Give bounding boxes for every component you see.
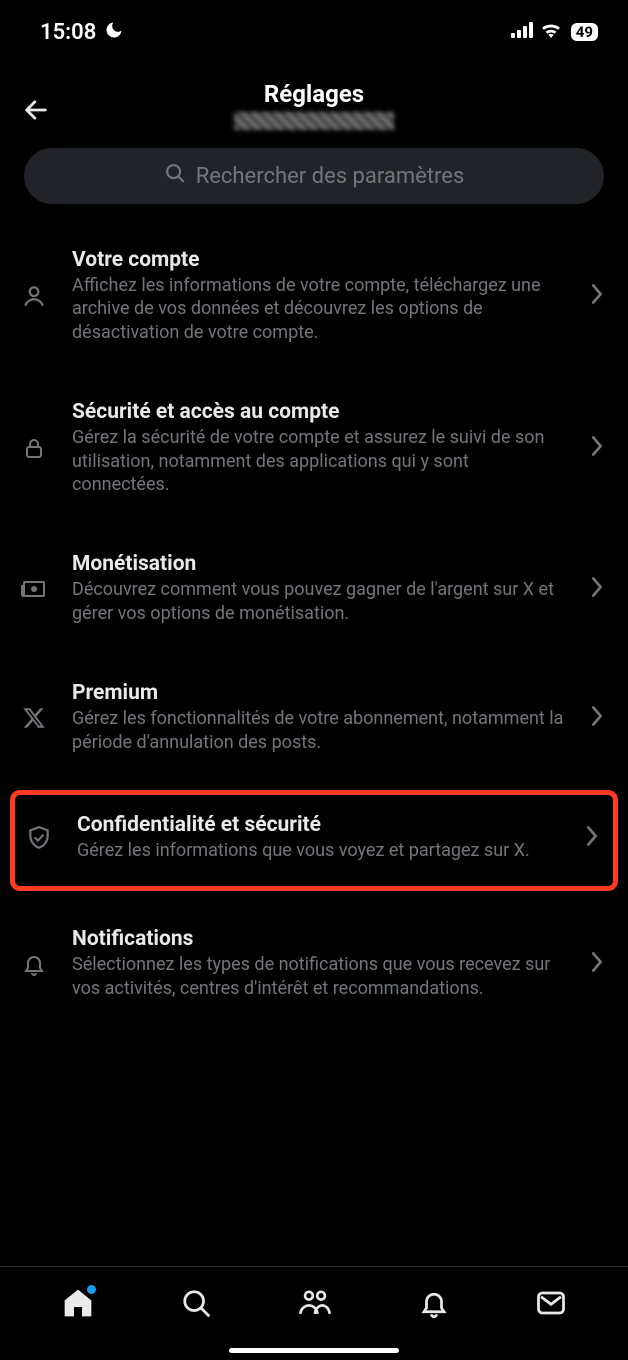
settings-item-security[interactable]: Sécurité et accès au compte Gérez la séc…	[0, 372, 628, 524]
tab-messages[interactable]	[536, 1290, 566, 1316]
settings-list[interactable]: Votre compte Affichez les informations d…	[0, 220, 628, 1342]
settings-item-title: Monétisation	[72, 552, 570, 576]
search-container: Rechercher des paramètres	[0, 142, 628, 220]
chevron-right-icon	[585, 825, 599, 851]
settings-item-account[interactable]: Votre compte Affichez les informations d…	[0, 220, 628, 372]
money-icon	[16, 579, 52, 599]
status-left: 15:08	[40, 20, 124, 45]
settings-item-title: Sécurité et accès au compte	[72, 400, 570, 424]
settings-item-desc: Affichez les informations de votre compt…	[72, 274, 570, 344]
x-icon	[16, 706, 52, 730]
subtitle-redacted	[234, 112, 394, 130]
wifi-icon	[540, 22, 562, 42]
back-button[interactable]	[22, 96, 50, 128]
settings-item-desc: Gérez les fonctionnalités de votre abonn…	[72, 707, 570, 754]
moon-icon	[104, 20, 124, 44]
shield-icon	[21, 825, 57, 851]
person-icon	[16, 283, 52, 309]
search-placeholder: Rechercher des paramètres	[196, 164, 465, 189]
status-right: 49	[511, 22, 598, 42]
tab-home[interactable]	[62, 1287, 94, 1319]
bell-icon	[16, 951, 52, 977]
chevron-right-icon	[590, 705, 604, 731]
search-input[interactable]: Rechercher des paramètres	[24, 148, 604, 204]
search-icon	[164, 162, 186, 190]
tab-communities[interactable]	[298, 1288, 332, 1318]
settings-item-text: Confidentialité et sécurité Gérez les in…	[77, 813, 565, 862]
settings-item-premium[interactable]: Premium Gérez les fonctionnalités de vot…	[0, 653, 628, 782]
chevron-right-icon	[590, 576, 604, 602]
chevron-right-icon	[590, 435, 604, 461]
settings-item-text: Premium Gérez les fonctionnalités de vot…	[72, 681, 570, 754]
settings-item-monetization[interactable]: Monétisation Découvrez comment vous pouv…	[0, 524, 628, 653]
settings-item-text: Monétisation Découvrez comment vous pouv…	[72, 552, 570, 625]
page-title: Réglages	[264, 80, 364, 108]
settings-item-desc: Gérez les informations que vous voyez et…	[77, 839, 565, 862]
lock-icon	[16, 436, 52, 460]
settings-item-title: Votre compte	[72, 248, 570, 272]
settings-item-notifications[interactable]: Notifications Sélectionnez les types de …	[0, 899, 628, 1028]
header: Réglages	[0, 54, 628, 142]
settings-item-title: Premium	[72, 681, 570, 705]
settings-item-desc: Sélectionnez les types de notifications …	[72, 953, 570, 1000]
notification-dot	[87, 1285, 96, 1294]
status-bar: 15:08 49	[0, 0, 628, 54]
battery-level: 49	[571, 23, 598, 41]
settings-item-desc: Découvrez comment vous pouvez gagner de …	[72, 578, 570, 625]
tab-notifications[interactable]	[419, 1288, 449, 1318]
settings-item-title: Confidentialité et sécurité	[77, 813, 565, 837]
settings-item-privacy[interactable]: Confidentialité et sécurité Gérez les in…	[10, 790, 618, 891]
tab-bar	[0, 1266, 628, 1360]
home-indicator	[229, 1348, 399, 1353]
tab-search[interactable]	[181, 1288, 211, 1318]
chevron-right-icon	[590, 951, 604, 977]
settings-item-text: Notifications Sélectionnez les types de …	[72, 927, 570, 1000]
chevron-right-icon	[590, 283, 604, 309]
settings-item-text: Sécurité et accès au compte Gérez la séc…	[72, 400, 570, 496]
settings-item-desc: Gérez la sécurité de votre compte et ass…	[72, 426, 570, 496]
status-time: 15:08	[40, 20, 96, 45]
settings-item-text: Votre compte Affichez les informations d…	[72, 248, 570, 344]
settings-item-title: Notifications	[72, 927, 570, 951]
signal-icon	[511, 22, 535, 42]
